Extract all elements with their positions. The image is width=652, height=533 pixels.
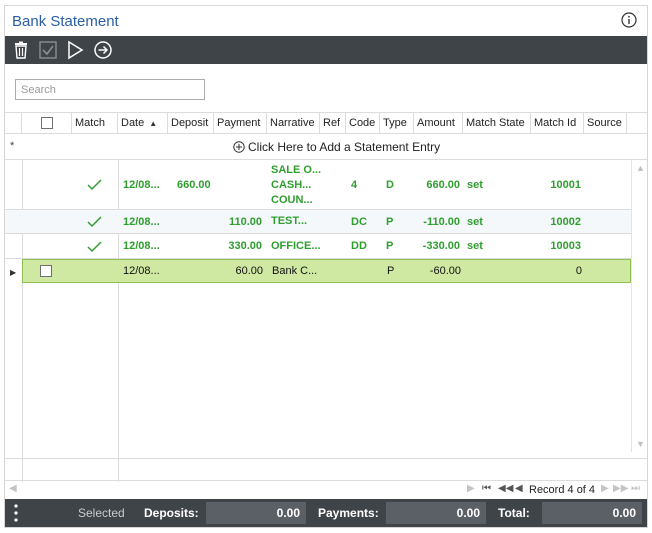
cell-type: P [386,216,394,228]
header-match-state[interactable]: Match State [463,113,531,134]
cell-match-id: 10003 [550,240,581,252]
pager-bar: ◀ ▶ ⏮ ◀◀ ◀ Record 4 of 4 ▶ ▶▶ ⏭ [5,481,647,499]
last-record-icon[interactable]: ⏭ [631,483,640,494]
cell-match-state: set [467,179,483,191]
header-code[interactable]: Code [346,113,380,134]
add-entry-row[interactable]: * Click Here to Add a Statement Entry [5,135,647,160]
arrow-right-circle-icon[interactable] [93,40,113,60]
header-indicator [5,113,22,134]
vertical-scrollbar[interactable]: ▲ ▼ [631,160,647,452]
play-icon[interactable] [65,40,85,60]
header-match[interactable]: Match [72,113,118,134]
header-source[interactable]: Source [584,113,627,134]
cell-date: 12/08... [123,179,160,191]
scroll-left-icon[interactable]: ◀ [9,483,17,494]
cell-narrative-line: CASH... [271,179,312,191]
table-row-selected[interactable]: 12/08... 60.00 Bank C... P -60.00 0 [22,259,631,283]
cell-match-id: 10002 [550,216,581,228]
grid-header: Match Date ▲ Deposit Payment Narrative Re… [5,113,647,134]
header-deposit[interactable]: Deposit [168,113,214,134]
header-payment[interactable]: Payment [214,113,267,134]
statement-grid: Match Date ▲ Deposit Payment Narrative Re… [5,112,647,482]
total-value: 0.00 [542,502,642,524]
summary-row-divider [5,458,647,459]
cell-payment: 110.00 [228,216,262,228]
cell-code: DC [351,216,367,228]
header-type[interactable]: Type [380,113,414,134]
cell-match-id: 0 [575,265,582,277]
cell-code: DD [351,240,367,252]
next-page-icon[interactable]: ▶▶ [613,483,628,494]
header-ref[interactable]: Ref [320,113,346,134]
cell-narrative-line: OFFICE... [271,240,321,252]
checkmark-icon [87,179,102,191]
previous-page-icon[interactable]: ◀◀ [498,483,513,494]
selected-label: Selected [78,506,125,520]
header-match-id[interactable]: Match Id [531,113,584,134]
previous-record-icon[interactable]: ◀ [515,483,523,494]
cell-deposit: 660.00 [177,179,211,191]
window-title: Bank Statement [12,13,119,30]
cell-match-state: set [467,240,483,252]
deposits-value: 0.00 [206,502,306,524]
toolbar [5,36,647,64]
add-entry-label: Click Here to Add a Statement Entry [248,140,441,154]
cell-amount: 660.00 [426,179,460,191]
total-label: Total: [498,506,530,520]
info-icon[interactable] [621,12,637,28]
cell-date: 12/08... [123,216,160,228]
cell-payment: 330.00 [228,240,262,252]
table-row[interactable]: 12/08... 660.00 SALE O... CASH... COUN..… [5,160,631,210]
header-select-all[interactable] [22,113,72,134]
title-bar: Bank Statement [5,6,647,36]
cell-payment: 60.00 [235,265,263,277]
cell-narrative-line: TEST... [271,215,308,227]
payments-value: 0.00 [386,502,486,524]
next-record-icon[interactable]: ▶ [601,483,609,494]
trash-icon[interactable] [11,40,31,60]
scroll-right-icon[interactable]: ▶ [467,483,475,494]
cell-match-state: set [467,216,483,228]
cell-narrative-line: SALE O... [271,164,322,176]
header-date-label: Date [121,117,145,129]
cell-narrative-line: Bank C... [272,265,318,277]
cell-code: 4 [351,179,358,191]
row-select-checkbox[interactable] [40,265,52,277]
cell-match-id: 10001 [550,179,581,191]
plus-circle-icon [233,141,245,153]
sort-ascending-icon: ▲ [149,119,158,128]
table-row[interactable]: 12/08... 330.00 OFFICE... DD P -330.00 s… [5,234,631,259]
vertical-dots-icon[interactable] [13,503,19,523]
payments-label: Payments: [318,506,379,520]
scroll-down-icon[interactable]: ▼ [636,439,645,449]
checkmark-icon [87,216,102,228]
header-date[interactable]: Date ▲ [118,113,168,134]
cell-narrative-line: COUN... [271,194,313,206]
new-row-marker: * [10,140,15,152]
header-amount[interactable]: Amount [414,113,463,134]
bank-statement-panel: Bank Statement Search Match Date ▲ Depos… [4,5,648,528]
deposits-label: Deposits: [144,506,199,520]
cell-amount: -110.00 [423,216,460,228]
checkmark-icon [87,241,102,253]
current-row-indicator-icon: ▶ [10,268,17,277]
cell-type: D [386,179,394,191]
header-narrative[interactable]: Narrative [267,113,320,134]
add-entry-link[interactable]: Click Here to Add a Statement Entry [233,140,440,154]
cell-type: P [386,240,394,252]
check-box-icon[interactable] [38,40,58,60]
record-counter: Record 4 of 4 [529,484,596,496]
cell-date: 12/08... [123,265,160,277]
first-record-icon[interactable]: ⏮ [482,483,491,494]
summary-footer: Selected Deposits: 0.00 Payments: 0.00 T… [5,499,647,527]
cell-type: P [387,265,395,277]
cell-amount: -330.00 [422,240,460,252]
search-input[interactable] [15,79,205,100]
cell-amount: -60.00 [429,265,461,277]
select-all-checkbox[interactable] [40,117,53,130]
scroll-up-icon[interactable]: ▲ [636,163,645,173]
table-row[interactable]: 12/08... 110.00 TEST... DC P -110.00 set… [5,210,631,234]
cell-date: 12/08... [123,240,160,252]
